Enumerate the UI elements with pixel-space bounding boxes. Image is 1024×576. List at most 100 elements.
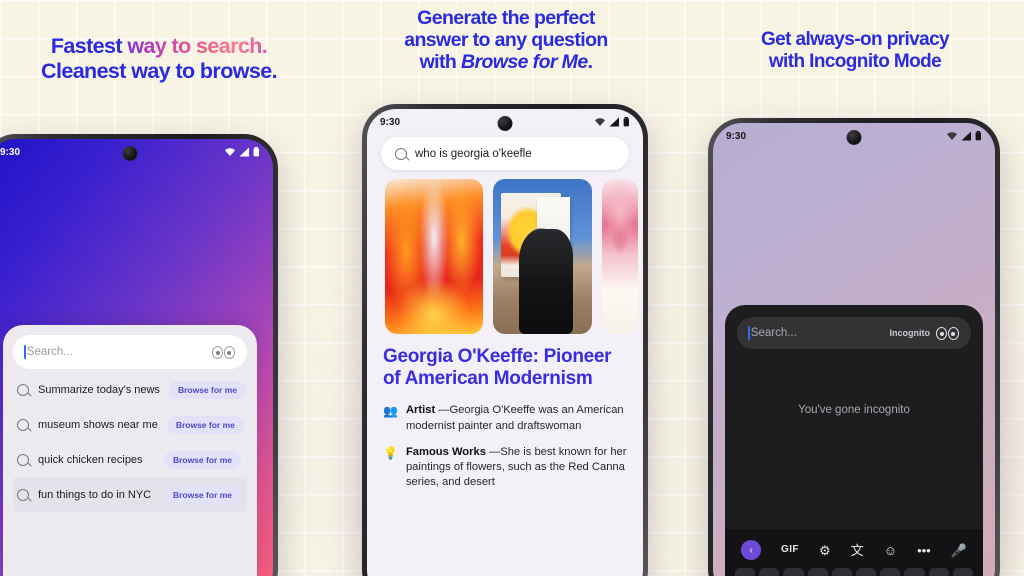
status-indicators [594, 117, 630, 127]
search-sheet: Search... Summarize today's news Browse … [3, 325, 257, 576]
headline-middle-line3: with Browse for Me. [372, 51, 640, 73]
key-e[interactable]: e [783, 568, 804, 576]
status-time: 9:30 [0, 146, 21, 158]
search-input[interactable]: Search... Incognito [737, 317, 971, 349]
battery-icon [253, 147, 259, 157]
headline-right-line2: with Incognito Mode [768, 50, 942, 72]
back-chevron-icon[interactable]: ‹ [741, 540, 761, 560]
incognito-eyes-icon[interactable] [936, 326, 959, 340]
search-icon [17, 453, 29, 466]
headline-middle: Generate the perfect answer to any quest… [372, 7, 640, 74]
status-indicators [946, 131, 982, 141]
phone-left: 9:30 Search... Summarize today's news Br… [0, 134, 278, 576]
image-carousel[interactable] [367, 170, 643, 334]
list-item[interactable]: fun things to do in NYC Browse for me [13, 477, 247, 512]
fact-text: Artist —Georgia O'Keeffe was an American… [406, 403, 627, 433]
suggestion-text: quick chicken recipes [38, 453, 143, 466]
promo-screenshot: Fastest way to search. Cleanest way to b… [0, 0, 1024, 576]
fact-label: Famous Works [405, 445, 486, 458]
status-time: 9:30 [380, 116, 401, 128]
headline-middle-line3-italic: Browse for Me [461, 51, 588, 74]
key-p[interactable]: p [952, 568, 974, 576]
suggestion-text: fun things to do in NYC [38, 488, 152, 501]
search-icon [17, 418, 29, 431]
fact-text: Famous Works —She is best known for her … [406, 445, 627, 491]
key-u[interactable]: u [880, 568, 901, 576]
translate-icon[interactable]: 文 [851, 544, 864, 557]
microphone-icon[interactable]: 🎤 [951, 544, 967, 557]
list-item[interactable]: museum shows near me Browse for me [13, 407, 247, 442]
headline-left-line2: Cleanest way to browse. [41, 58, 278, 83]
browse-for-me-button[interactable]: Browse for me [168, 380, 246, 399]
sticker-icon[interactable]: ☺ [884, 544, 897, 557]
headline-left: Fastest way to search. Cleanest way to b… [8, 34, 310, 83]
incognito-mode-label: Incognito [889, 328, 931, 338]
key-w[interactable]: w [759, 568, 780, 576]
battery-icon [623, 117, 629, 127]
fact-label: Artist [405, 404, 436, 417]
phone-right: 9:30 Search... Incognito You've gone inc… [708, 118, 1000, 576]
keyboard-toolbar: ‹ GIF ⚙ 文 ☺ ••• 🎤 [735, 535, 973, 565]
page-title: Georgia O'Keeffe: Pioneer of American Mo… [383, 346, 612, 390]
suggestion-list: Summarize today's news Browse for me mus… [13, 372, 247, 512]
fact-dash: — [435, 404, 450, 417]
gif-icon[interactable]: GIF [781, 545, 799, 555]
battery-icon [975, 131, 981, 141]
suggestion-text: Summarize today's news [38, 383, 160, 396]
key-o[interactable]: o [928, 568, 949, 576]
figure-body [519, 229, 573, 334]
browse-for-me-button[interactable]: Browse for me [166, 415, 244, 434]
search-placeholder: Search... [750, 327, 797, 339]
signal-icon [961, 131, 971, 141]
headline-right-line1: Get always-on privacy [760, 29, 950, 50]
incognito-eyes-icon[interactable] [212, 345, 235, 359]
more-options-icon[interactable]: ••• [917, 544, 931, 557]
signal-icon [609, 117, 619, 127]
keyboard-row-1: q w e r t y u i o p [735, 565, 974, 576]
wifi-icon [225, 148, 235, 156]
incognito-sheet: Search... Incognito You've gone incognit… [725, 305, 983, 576]
headline-left-line1-gradient: way to search. [127, 34, 268, 58]
key-r[interactable]: r [807, 568, 828, 576]
headline-right: Get always-on privacy with Incognito Mod… [712, 29, 998, 72]
text-cursor [24, 345, 26, 359]
headline-left-line1-plain: Fastest [50, 34, 128, 58]
headline-left-line1: Fastest way to search. [8, 34, 310, 59]
wifi-icon [595, 118, 605, 126]
phone-middle-screen: 9:30 who is georgia o'keefle Georgia O'K… [367, 109, 643, 576]
browse-for-me-button[interactable]: Browse for me [163, 450, 241, 469]
text-cursor [748, 326, 750, 340]
search-input[interactable]: Search... [13, 335, 247, 369]
lightbulb-icon: 💡 [383, 445, 398, 460]
headline-middle-line3-end: . [587, 51, 593, 74]
status-time: 9:30 [726, 130, 747, 142]
list-item[interactable]: Summarize today's news Browse for me [13, 372, 247, 407]
gear-icon[interactable]: ⚙ [819, 544, 831, 557]
key-q[interactable]: q [735, 568, 756, 576]
wifi-icon [947, 132, 957, 140]
incognito-message: You've gone incognito [798, 404, 910, 416]
signal-icon [239, 147, 249, 157]
headline-middle-line1: Generate the perfect [417, 7, 595, 29]
search-input[interactable]: who is georgia o'keefle [381, 137, 629, 170]
search-icon [395, 147, 407, 160]
key-i[interactable]: i [904, 568, 925, 576]
search-query: who is georgia o'keefle [415, 147, 532, 160]
front-camera-icon [122, 146, 138, 161]
phone-left-screen: 9:30 Search... Summarize today's news Br… [0, 139, 273, 576]
people-icon: 👥 [383, 404, 398, 419]
search-icon [17, 488, 29, 501]
okeeffe-desert-photo[interactable] [493, 179, 592, 334]
suggestion-text: museum shows near me [38, 418, 158, 431]
list-item[interactable]: quick chicken recipes Browse for me [13, 442, 247, 477]
browse-for-me-button[interactable]: Browse for me [163, 485, 241, 504]
search-icon [17, 383, 29, 396]
key-t[interactable]: t [831, 568, 853, 576]
pink-flower-painting[interactable] [602, 179, 638, 334]
list-item: 💡 Famous Works —She is best known for he… [383, 445, 627, 491]
phone-middle: 9:30 who is georgia o'keefle Georgia O'K… [362, 104, 648, 576]
headline-middle-line3-plain: with [419, 51, 462, 74]
red-canna-painting[interactable] [385, 179, 483, 334]
key-y[interactable]: y [856, 568, 877, 576]
front-camera-icon [497, 116, 513, 131]
